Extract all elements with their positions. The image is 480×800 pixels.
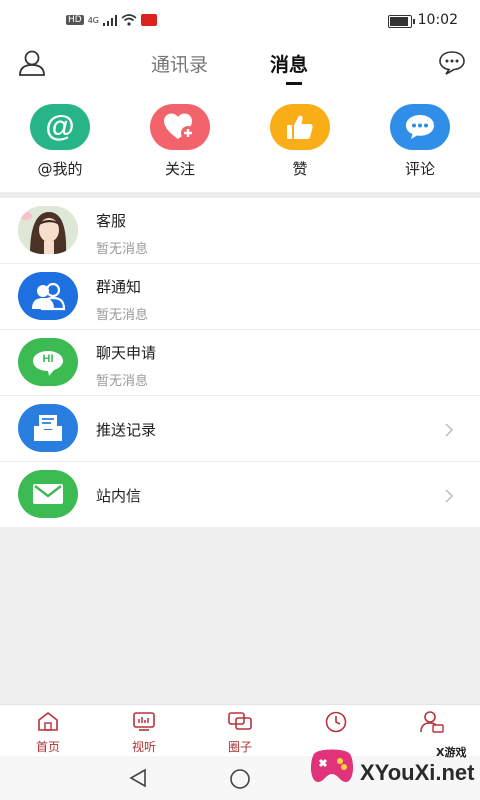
- list-item-subtitle: 暂无消息: [96, 242, 149, 257]
- quick-action-likes[interactable]: 赞: [260, 104, 340, 179]
- battery-icon: [388, 15, 415, 28]
- quick-action-label: 赞: [292, 160, 308, 178]
- nav-label: 圈子: [227, 740, 252, 754]
- tab-contacts[interactable]: 通讯录: [151, 50, 208, 77]
- user-icon[interactable]: [18, 50, 46, 76]
- customer-service-avatar: [18, 206, 78, 254]
- watermark-small-text: X游戏: [436, 746, 467, 759]
- circle-icon: [228, 712, 252, 730]
- quick-action-label: 评论: [404, 160, 435, 178]
- nav-history[interactable]: [288, 711, 384, 738]
- media-icon: [133, 712, 155, 731]
- quick-action-follow[interactable]: 关注: [140, 104, 220, 179]
- list-item-title: 群通知: [96, 278, 142, 296]
- watermark-logo-icon: [310, 749, 354, 782]
- message-list: 客服 暂无消息 群通知 暂无消息 HI 聊天申请 暂无消息 推送记录 站内信: [0, 198, 480, 527]
- nav-home[interactable]: 首页: [0, 711, 96, 755]
- nav-media[interactable]: 视听: [96, 711, 192, 755]
- profile-icon: [420, 711, 444, 733]
- status-bar: HD 4G 10:02: [0, 0, 480, 40]
- tab-messages[interactable]: 消息: [270, 50, 308, 77]
- quick-action-label: 关注: [164, 160, 195, 178]
- list-item-title: 客服: [96, 212, 127, 230]
- header: 通讯录 消息: [0, 40, 480, 90]
- group-icon: [18, 272, 78, 320]
- hi-label: HI: [42, 353, 54, 365]
- network-type-label: 4G: [87, 15, 99, 25]
- quick-actions: @ @我的 关注 赞 评论: [0, 90, 480, 192]
- home-icon: [38, 711, 58, 731]
- quick-action-comments[interactable]: 评论: [380, 104, 460, 179]
- watermark-text: XYouXi.net: [360, 760, 475, 785]
- push-inbox-icon: [18, 404, 78, 452]
- hi-chat-icon: HI: [18, 338, 78, 386]
- list-item-site-mail[interactable]: 站内信: [0, 462, 480, 527]
- quick-action-at-me[interactable]: @ @我的: [20, 104, 100, 179]
- list-item-customer-service[interactable]: 客服 暂无消息: [0, 198, 480, 264]
- heart-plus-icon: [150, 104, 210, 150]
- nav-circle[interactable]: 圈子: [192, 711, 288, 755]
- comment-icon: [390, 104, 450, 150]
- wifi-icon: [121, 14, 137, 26]
- status-left: HD 4G: [66, 14, 157, 26]
- thumbs-up-icon: [270, 104, 330, 150]
- signal-icon: [103, 14, 117, 26]
- list-item-chat-request[interactable]: HI 聊天申请 暂无消息: [0, 330, 480, 396]
- nav-label: 视听: [131, 740, 156, 754]
- chevron-right-icon: [445, 423, 454, 437]
- list-item-group-notice[interactable]: 群通知 暂无消息: [0, 264, 480, 330]
- list-item-push-history[interactable]: 推送记录: [0, 396, 480, 462]
- list-item-subtitle: 暂无消息: [96, 308, 149, 323]
- nav-label: 首页: [35, 740, 60, 754]
- nav-profile[interactable]: [384, 711, 480, 738]
- list-item-subtitle: 暂无消息: [96, 374, 149, 389]
- list-item-title: 推送记录: [96, 421, 157, 439]
- list-item-title: 站内信: [96, 487, 142, 505]
- clock: 10:02: [417, 12, 458, 28]
- home-circle-icon[interactable]: [229, 768, 251, 790]
- chat-bubble-icon[interactable]: [438, 50, 466, 76]
- hd-badge: HD: [66, 15, 84, 25]
- at-icon: @: [30, 104, 90, 150]
- battery-level: [390, 17, 408, 26]
- quick-action-label: @我的: [37, 160, 83, 178]
- watermark: X游戏 XYouXi.net: [308, 738, 480, 800]
- active-tab-indicator: [286, 82, 302, 85]
- list-item-title: 聊天申请: [96, 344, 157, 362]
- chevron-right-icon: [445, 489, 454, 503]
- back-icon[interactable]: [128, 768, 148, 788]
- app-notification-icon: [141, 14, 157, 26]
- clock-icon: [325, 711, 347, 733]
- mail-icon: [18, 470, 78, 518]
